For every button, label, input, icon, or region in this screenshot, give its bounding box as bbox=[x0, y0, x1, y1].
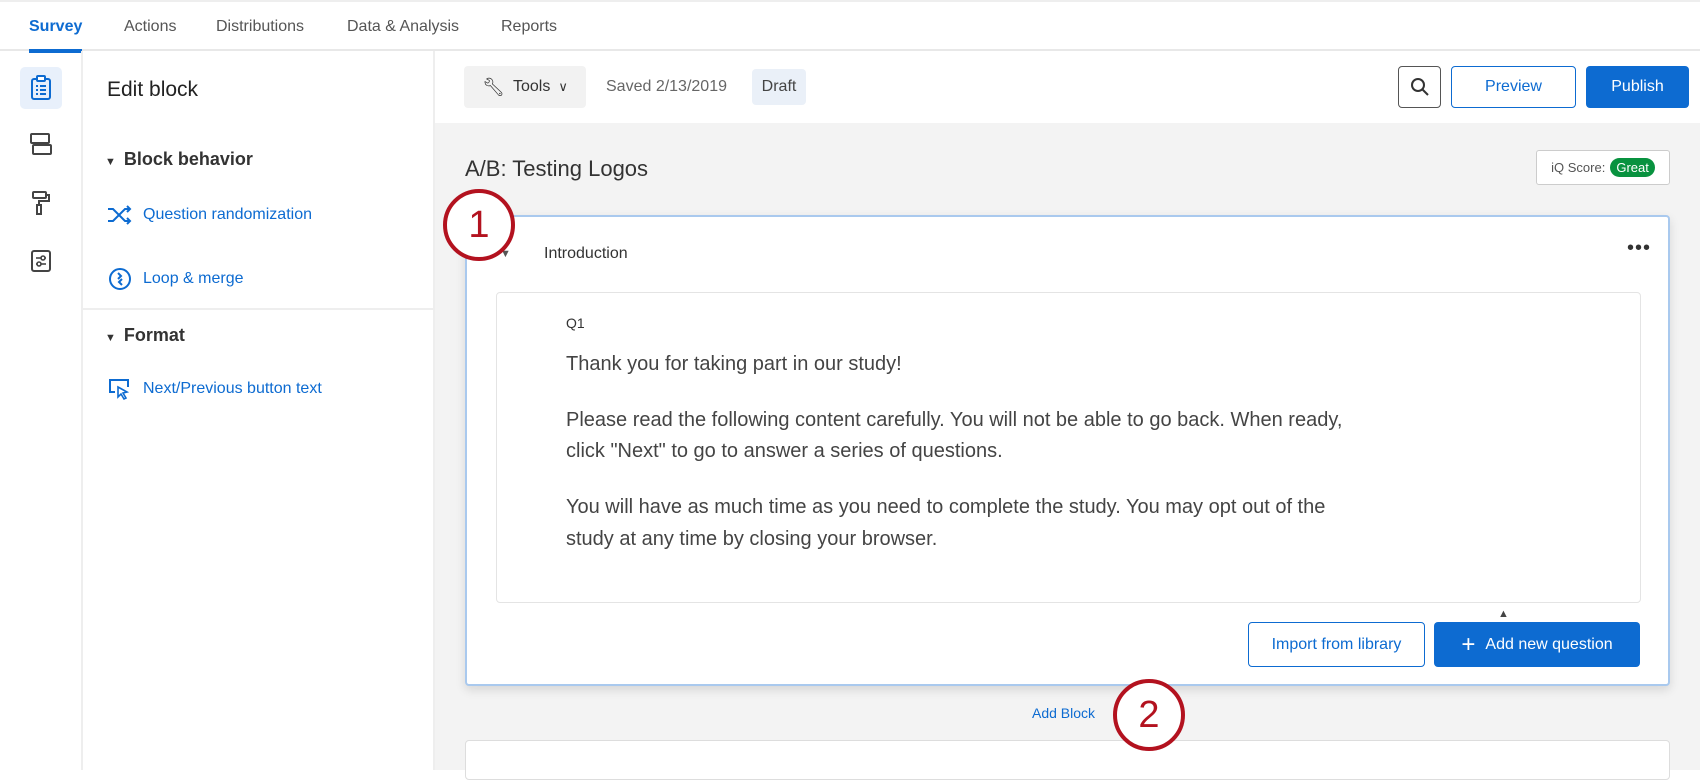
wrench-icon: 🔧︎ bbox=[482, 77, 505, 98]
tab-reports[interactable]: Reports bbox=[501, 18, 557, 36]
top-nav: Survey Actions Distributions Data & Anal… bbox=[0, 0, 1700, 51]
block-more-options-icon[interactable]: ••• bbox=[1627, 237, 1651, 260]
iq-score-label: iQ Score: bbox=[1551, 160, 1605, 175]
publish-button[interactable]: Publish bbox=[1586, 66, 1689, 108]
divider bbox=[83, 308, 433, 310]
tab-data-analysis[interactable]: Data & Analysis bbox=[347, 18, 459, 36]
block-name[interactable]: Introduction bbox=[544, 245, 628, 263]
link-label: Loop & merge bbox=[143, 270, 244, 288]
link-label: Next/Previous button text bbox=[143, 380, 322, 398]
toolbar: 🔧︎ Tools ∨ Saved 2/13/2019 Draft Preview P… bbox=[435, 51, 1700, 123]
question-text-line: You will have as much time as you need t… bbox=[566, 496, 1325, 519]
blocks-icon[interactable] bbox=[20, 123, 62, 165]
question-text-line: Please read the following content carefu… bbox=[566, 409, 1342, 432]
preview-button[interactable]: Preview bbox=[1451, 66, 1576, 108]
tab-distributions[interactable]: Distributions bbox=[216, 18, 304, 36]
section-label: Block behavior bbox=[124, 149, 253, 169]
survey-flow-clipboard-icon[interactable] bbox=[20, 67, 62, 109]
add-block-link[interactable]: Add Block bbox=[1032, 705, 1095, 721]
add-new-question-label: Add new question bbox=[1485, 636, 1612, 654]
iq-score-badge: Great bbox=[1610, 158, 1655, 177]
search-button[interactable] bbox=[1398, 66, 1441, 108]
tools-button[interactable]: 🔧︎ Tools ∨ bbox=[464, 66, 586, 108]
panel-title: Edit block bbox=[107, 78, 198, 102]
question-text-line: Thank you for taking part in our study! bbox=[566, 353, 902, 376]
question-text-line: study at any time by closing your browse… bbox=[566, 528, 937, 551]
collapse-up-caret-icon[interactable]: ▲ bbox=[1498, 608, 1509, 620]
import-from-library-button[interactable]: Import from library bbox=[1248, 622, 1425, 667]
block-behavior-section[interactable]: ▼ Block behavior bbox=[105, 149, 253, 170]
question-text-line: click "Next" to go to answer a series of… bbox=[566, 440, 1003, 463]
survey-options-icon[interactable] bbox=[20, 240, 62, 282]
caret-down-icon: ▼ bbox=[105, 156, 116, 168]
survey-title: A/B: Testing Logos bbox=[465, 156, 648, 182]
cursor-click-icon bbox=[107, 377, 133, 401]
next-previous-button-text-link[interactable]: Next/Previous button text bbox=[107, 377, 322, 401]
callout-2: 2 bbox=[1113, 679, 1185, 751]
left-rail bbox=[0, 51, 83, 770]
tab-actions[interactable]: Actions bbox=[124, 18, 176, 36]
question-id: Q1 bbox=[566, 315, 585, 331]
tools-label: Tools bbox=[513, 78, 550, 96]
format-section[interactable]: ▼ Format bbox=[105, 325, 185, 346]
caret-down-icon: ▼ bbox=[105, 332, 116, 344]
callout-1: 1 bbox=[443, 189, 515, 261]
tab-survey[interactable]: Survey bbox=[29, 18, 82, 36]
next-block-card bbox=[465, 740, 1670, 780]
loop-icon bbox=[107, 266, 133, 292]
chevron-down-icon: ∨ bbox=[558, 79, 568, 95]
section-label: Format bbox=[124, 325, 185, 345]
search-icon bbox=[1410, 77, 1430, 97]
link-label: Question randomization bbox=[143, 206, 312, 224]
iq-score[interactable]: iQ Score: Great bbox=[1536, 150, 1670, 185]
add-new-question-button[interactable]: + Add new question bbox=[1434, 622, 1640, 667]
saved-status: Saved 2/13/2019 bbox=[606, 78, 727, 96]
draft-badge: Draft bbox=[752, 69, 806, 105]
edit-block-panel: Edit block ▼ Block behavior Question rand… bbox=[83, 51, 435, 770]
look-and-feel-paint-roller-icon[interactable] bbox=[20, 182, 62, 224]
loop-and-merge-link[interactable]: Loop & merge bbox=[107, 266, 244, 292]
plus-icon: + bbox=[1461, 631, 1475, 659]
shuffle-icon bbox=[107, 205, 133, 225]
question-randomization-link[interactable]: Question randomization bbox=[107, 205, 312, 225]
